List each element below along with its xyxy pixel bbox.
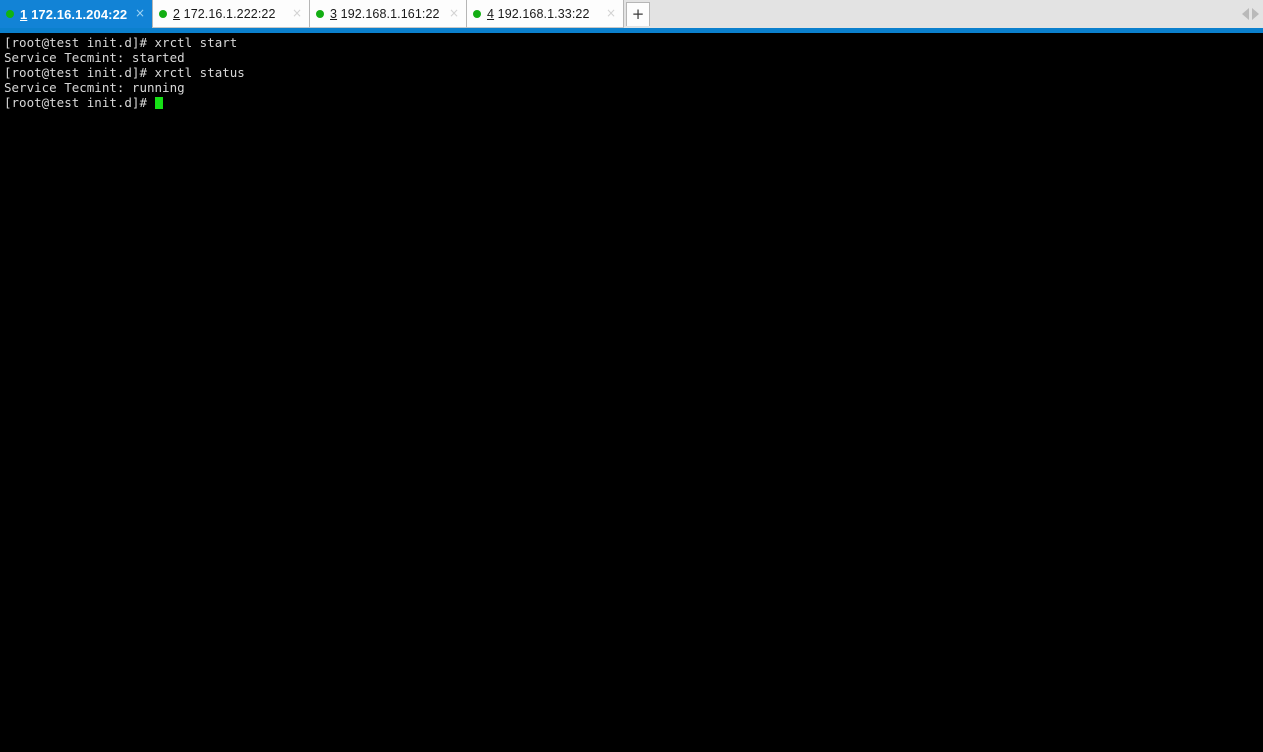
tab-address: 172.16.1.222:22 xyxy=(183,6,276,21)
scroll-left-icon[interactable] xyxy=(1242,8,1249,20)
scroll-right-icon[interactable] xyxy=(1252,8,1259,20)
tab-3[interactable]: 3 192.168.1.161:22 × xyxy=(309,0,467,28)
new-tab-button[interactable]: + xyxy=(626,2,650,26)
tab-number: 1 xyxy=(20,6,28,22)
tab-number: 2 xyxy=(173,6,181,21)
close-icon[interactable]: × xyxy=(132,6,148,22)
terminal-prompt: [root@test init.d]# xyxy=(4,95,155,110)
terminal-line: [root@test init.d]# xrctl start xyxy=(4,35,238,50)
tab-bar-empty-area xyxy=(650,0,1242,28)
terminal-prompt-line: [root@test init.d]# xyxy=(4,95,1263,110)
terminal-line: [root@test init.d]# xrctl status xyxy=(4,65,245,80)
connection-status-dot-icon xyxy=(6,10,14,18)
tab-label: 1 172.16.1.204:22 xyxy=(20,7,128,22)
close-icon[interactable]: × xyxy=(446,6,462,22)
tab-1[interactable]: 1 172.16.1.204:22 × xyxy=(0,0,152,28)
tab-scroll-controls xyxy=(1242,0,1263,28)
tab-label: 3 192.168.1.161:22 xyxy=(330,7,442,21)
tab-2[interactable]: 2 172.16.1.222:22 × xyxy=(152,0,310,28)
tab-bar: 1 172.16.1.204:22 × 2 172.16.1.222:22 × … xyxy=(0,0,1263,28)
tab-address: 192.168.1.161:22 xyxy=(340,6,440,21)
close-icon[interactable]: × xyxy=(289,6,305,22)
connection-status-dot-icon xyxy=(316,9,324,18)
close-icon[interactable]: × xyxy=(603,6,619,22)
terminal-output[interactable]: [root@test init.d]# xrctl start Service … xyxy=(0,33,1263,752)
tab-address: 172.16.1.204:22 xyxy=(31,6,128,22)
tab-4[interactable]: 4 192.168.1.33:22 × xyxy=(466,0,624,28)
connection-status-dot-icon xyxy=(473,9,481,18)
tab-number: 3 xyxy=(330,6,338,21)
terminal-line: Service Tecmint: started xyxy=(4,50,185,65)
tab-number: 4 xyxy=(487,6,495,21)
connection-status-dot-icon xyxy=(159,9,167,18)
terminal-line: Service Tecmint: running xyxy=(4,80,185,95)
tab-address: 192.168.1.33:22 xyxy=(497,6,590,21)
tab-label: 2 172.16.1.222:22 xyxy=(173,7,285,21)
terminal-cursor xyxy=(154,97,163,109)
tab-label: 4 192.168.1.33:22 xyxy=(487,7,599,21)
